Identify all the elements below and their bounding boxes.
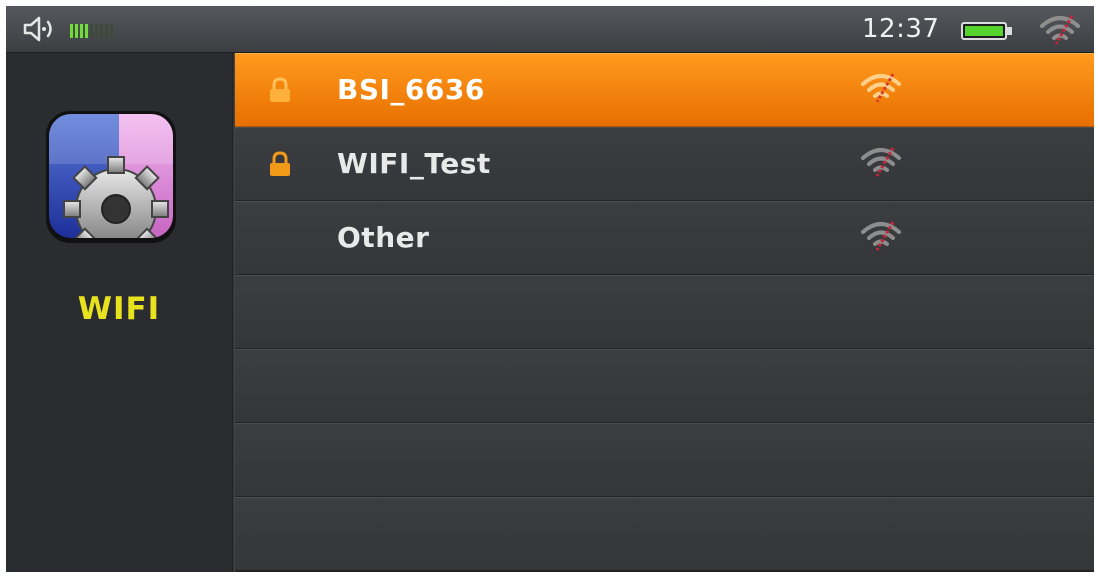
network-name: Other <box>337 221 430 254</box>
wifi-signal-icon <box>861 73 901 103</box>
volume-bar <box>90 24 93 38</box>
app-title: WIFI <box>77 291 161 327</box>
lock-icon <box>270 151 290 176</box>
empty-list-row[interactable] <box>235 497 1094 572</box>
network-row-bsi-6636[interactable]: BSI_6636 <box>235 53 1094 128</box>
empty-list-row[interactable] <box>235 275 1094 350</box>
volume-bar <box>70 24 73 38</box>
battery-icon <box>961 22 1012 40</box>
volume-bar <box>95 24 98 38</box>
network-name: WIFI_Test <box>337 147 491 180</box>
wifi-signal-icon <box>861 147 901 177</box>
sidebar: WIFI <box>6 53 232 572</box>
volume-level-indicator <box>70 20 113 38</box>
volume-bar <box>110 24 113 38</box>
wifi-signal-icon <box>861 221 901 251</box>
lock-icon <box>270 77 290 102</box>
volume-bar <box>75 24 78 38</box>
network-row-other[interactable]: Other <box>235 201 1094 276</box>
speaker-icon[interactable] <box>22 15 58 43</box>
empty-list-row[interactable] <box>235 423 1094 498</box>
volume-bar <box>85 24 88 38</box>
volume-bar <box>100 24 103 38</box>
wifi-signal-icon <box>1040 15 1080 45</box>
network-name: BSI_6636 <box>337 73 485 106</box>
empty-list-row[interactable] <box>235 349 1094 424</box>
network-list: BSI_6636 WIFI_Test Other <box>235 53 1094 572</box>
volume-bar <box>80 24 83 38</box>
status-bar: 12:37 <box>6 6 1094 53</box>
clock: 12:37 <box>862 14 940 44</box>
settings-gear-icon <box>46 111 176 243</box>
device-screen: 12:37 WIFI BSI_6636 WIFI_Test Other <box>6 6 1094 572</box>
volume-bar <box>105 24 108 38</box>
network-row-wifi-test[interactable]: WIFI_Test <box>235 127 1094 202</box>
